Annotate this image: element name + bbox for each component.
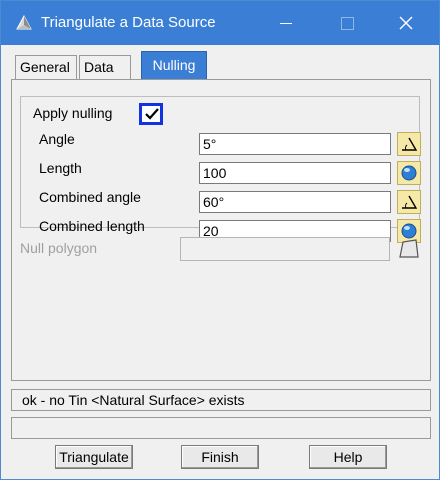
tab-general[interactable]: General xyxy=(15,55,77,79)
combined-angle-field[interactable] xyxy=(199,191,391,213)
close-icon[interactable] xyxy=(383,1,429,45)
triangulate-button[interactable]: Triangulate xyxy=(55,445,133,469)
tab-nulling[interactable]: Nulling xyxy=(141,51,207,80)
globe-icon[interactable] xyxy=(397,161,421,185)
status-secondary xyxy=(11,417,431,439)
polygon-pick-icon[interactable] xyxy=(396,237,422,261)
angle-pick-icon[interactable] xyxy=(397,190,421,214)
status-message: ok - no Tin <Natural Surface> exists xyxy=(11,389,431,411)
angle-label: Angle xyxy=(39,131,75,147)
tab-data[interactable]: Data xyxy=(79,55,131,79)
combined-angle-label: Combined angle xyxy=(39,189,141,205)
maximize-icon[interactable] xyxy=(323,1,369,45)
minimize-icon[interactable] xyxy=(263,1,309,45)
title-bar[interactable]: Triangulate a Data Source xyxy=(1,1,439,45)
finish-button[interactable]: Finish xyxy=(181,445,259,469)
null-polygon-label: Null polygon xyxy=(20,240,98,256)
length-field[interactable] xyxy=(199,162,391,184)
angle-field[interactable] xyxy=(199,133,391,155)
apply-nulling-checkbox[interactable] xyxy=(139,103,163,125)
triangle-app-icon xyxy=(15,14,33,32)
apply-nulling-label: Apply nulling xyxy=(31,104,115,122)
angle-pick-icon[interactable] xyxy=(397,132,421,156)
length-label: Length xyxy=(39,160,82,176)
tab-panel-nulling: Apply nulling Angle Length xyxy=(11,79,431,381)
combined-length-label: Combined length xyxy=(39,218,145,234)
nulling-group: Apply nulling Angle Length xyxy=(20,96,421,243)
window-title: Triangulate a Data Source xyxy=(41,14,216,31)
dialog-window: Triangulate a Data Source General Data N… xyxy=(0,0,440,480)
null-polygon-field[interactable] xyxy=(180,237,390,261)
help-button[interactable]: Help xyxy=(309,445,387,469)
